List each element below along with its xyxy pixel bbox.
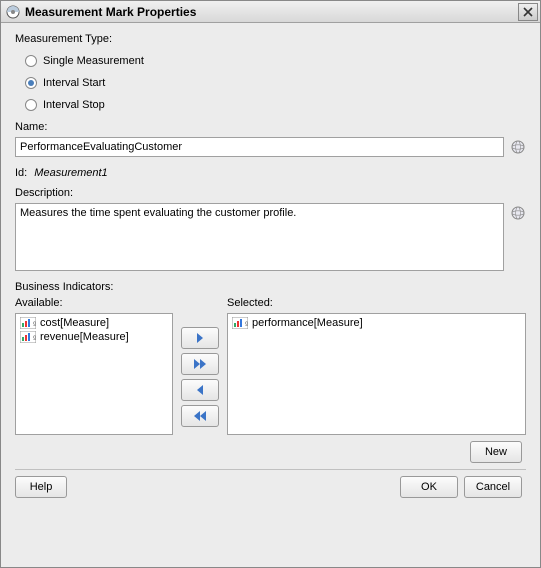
radio-indicator <box>25 55 37 67</box>
chevron-left-icon <box>194 384 206 396</box>
globe-icon[interactable] <box>510 205 526 221</box>
selected-listbox[interactable]: 9 performance[Measure] <box>227 313 526 435</box>
move-left-button[interactable] <box>181 379 219 401</box>
available-listbox[interactable]: 9 cost[Measure] <box>15 313 173 435</box>
double-chevron-left-icon <box>192 410 208 422</box>
globe-icon[interactable] <box>510 139 526 155</box>
measure-icon: 9 <box>20 331 36 343</box>
titlebar: Measurement Mark Properties <box>1 1 540 23</box>
window-title: Measurement Mark Properties <box>25 5 516 19</box>
radio-label: Interval Stop <box>43 99 105 111</box>
move-all-right-button[interactable] <box>181 353 219 375</box>
business-indicators-label: Business Indicators: <box>15 281 526 293</box>
business-indicators-section: Business Indicators: Available: <box>15 281 526 463</box>
svg-text:9: 9 <box>245 322 248 328</box>
measurement-type-label: Measurement Type: <box>15 33 526 45</box>
business-indicators-columns: Available: 9 <box>15 297 526 435</box>
radio-label: Interval Start <box>43 77 105 89</box>
double-chevron-right-icon <box>192 358 208 370</box>
new-button[interactable]: New <box>470 441 522 463</box>
chevron-right-icon <box>194 332 206 344</box>
id-label: Id: <box>15 167 27 179</box>
radio-indicator <box>25 77 37 89</box>
name-row <box>15 137 526 157</box>
description-input[interactable]: Measures the time spent evaluating the c… <box>15 203 504 271</box>
name-label: Name: <box>15 121 526 133</box>
svg-text:9: 9 <box>33 322 36 328</box>
available-label: Available: <box>15 297 173 309</box>
measurement-type-radio-group: Single Measurement Interval Start Interv… <box>25 55 526 111</box>
id-row: Id: Measurement1 <box>15 167 526 179</box>
divider <box>15 469 526 470</box>
measure-icon: 9 <box>20 317 36 329</box>
help-button[interactable]: Help <box>15 476 67 498</box>
id-value: Measurement1 <box>34 167 107 179</box>
dialog-content: Measurement Type: Single Measurement Int… <box>1 23 540 567</box>
list-item-label: revenue[Measure] <box>40 331 129 343</box>
svg-text:9: 9 <box>33 336 36 342</box>
description-label: Description: <box>15 187 526 199</box>
radio-interval-stop[interactable]: Interval Stop <box>25 99 526 111</box>
app-icon <box>5 4 21 20</box>
move-all-left-button[interactable] <box>181 405 219 427</box>
close-button[interactable] <box>518 3 538 21</box>
radio-label: Single Measurement <box>43 55 144 67</box>
list-item[interactable]: 9 revenue[Measure] <box>18 330 170 344</box>
radio-indicator <box>25 99 37 111</box>
dialog-window: Measurement Mark Properties Measurement … <box>0 0 541 568</box>
transfer-buttons <box>181 297 219 435</box>
radio-interval-start[interactable]: Interval Start <box>25 77 526 89</box>
cancel-button[interactable]: Cancel <box>464 476 522 498</box>
selected-label: Selected: <box>227 297 526 309</box>
radio-single-measurement[interactable]: Single Measurement <box>25 55 526 67</box>
dialog-footer: Help OK Cancel <box>15 476 526 498</box>
selected-column: Selected: 9 <box>227 297 526 435</box>
move-right-button[interactable] <box>181 327 219 349</box>
description-row: Measures the time spent evaluating the c… <box>15 203 526 271</box>
ok-button[interactable]: OK <box>400 476 458 498</box>
list-item[interactable]: 9 cost[Measure] <box>18 316 170 330</box>
list-item-label: cost[Measure] <box>40 317 109 329</box>
name-input[interactable] <box>15 137 504 157</box>
available-column: Available: 9 <box>15 297 173 435</box>
list-item[interactable]: 9 performance[Measure] <box>230 316 523 330</box>
list-item-label: performance[Measure] <box>252 317 363 329</box>
measure-icon: 9 <box>232 317 248 329</box>
close-icon <box>523 7 533 17</box>
